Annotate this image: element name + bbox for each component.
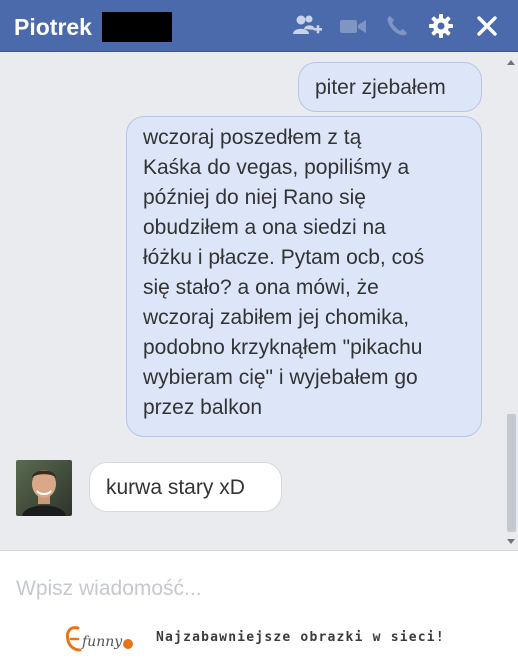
video-call-icon[interactable] — [338, 12, 368, 40]
message-text: piter zjebałem — [315, 76, 446, 99]
message-line: się stało? a ona mówi, że — [143, 276, 379, 299]
funny-logo: funny — [64, 622, 144, 656]
message-bubble-incoming: kurwa stary xD — [89, 462, 282, 512]
message-text: kurwa stary xD — [106, 476, 245, 499]
message-line: podobno krzyknąłem "pikachu — [143, 336, 423, 359]
message-list-scrollbar[interactable] — [504, 52, 518, 550]
message-bubble-outgoing: piter zjebałem — [298, 62, 482, 112]
chat-titlebar: Piotrek — [0, 0, 518, 52]
gear-icon[interactable] — [426, 12, 456, 40]
message-line: wybieram cię" i wyjebałem go — [143, 366, 418, 389]
message-line: przez balkon — [143, 396, 263, 419]
message-line: wczoraj poszedłem z tą — [143, 126, 362, 149]
logo-text: funny — [81, 634, 123, 650]
scroll-down-arrow[interactable] — [507, 539, 515, 544]
message-line: Kaśka do vegas, popiliśmy a — [143, 156, 410, 179]
add-friend-icon[interactable] — [292, 12, 322, 40]
close-icon[interactable] — [472, 12, 502, 40]
watermark-footer: funny Najzabawniejsze obrazki w sieci! — [0, 610, 518, 659]
composer-bar — [0, 550, 518, 610]
message-line: obudziłem a ona siedzi na — [143, 216, 386, 239]
scrollbar-thumb[interactable] — [507, 414, 516, 532]
scroll-up-arrow[interactable] — [507, 60, 515, 65]
site-tagline: Najzabawniejsze obrazki w sieci! — [156, 630, 445, 645]
redacted-surname-box — [102, 12, 172, 42]
contact-name[interactable]: Piotrek — [14, 13, 92, 41]
message-bubble-outgoing: wczoraj poszedłem z tą Kaśka do vegas, p… — [126, 116, 482, 437]
contact-avatar[interactable] — [16, 460, 72, 516]
message-input[interactable] — [16, 575, 486, 603]
phone-icon[interactable] — [382, 12, 412, 40]
message-line: łóżku i płacze. Pytam ocb, coś — [143, 246, 425, 269]
message-line: później do niej Rano się — [143, 186, 366, 209]
message-line: wczoraj zabiłem jej chomika, — [143, 306, 410, 329]
